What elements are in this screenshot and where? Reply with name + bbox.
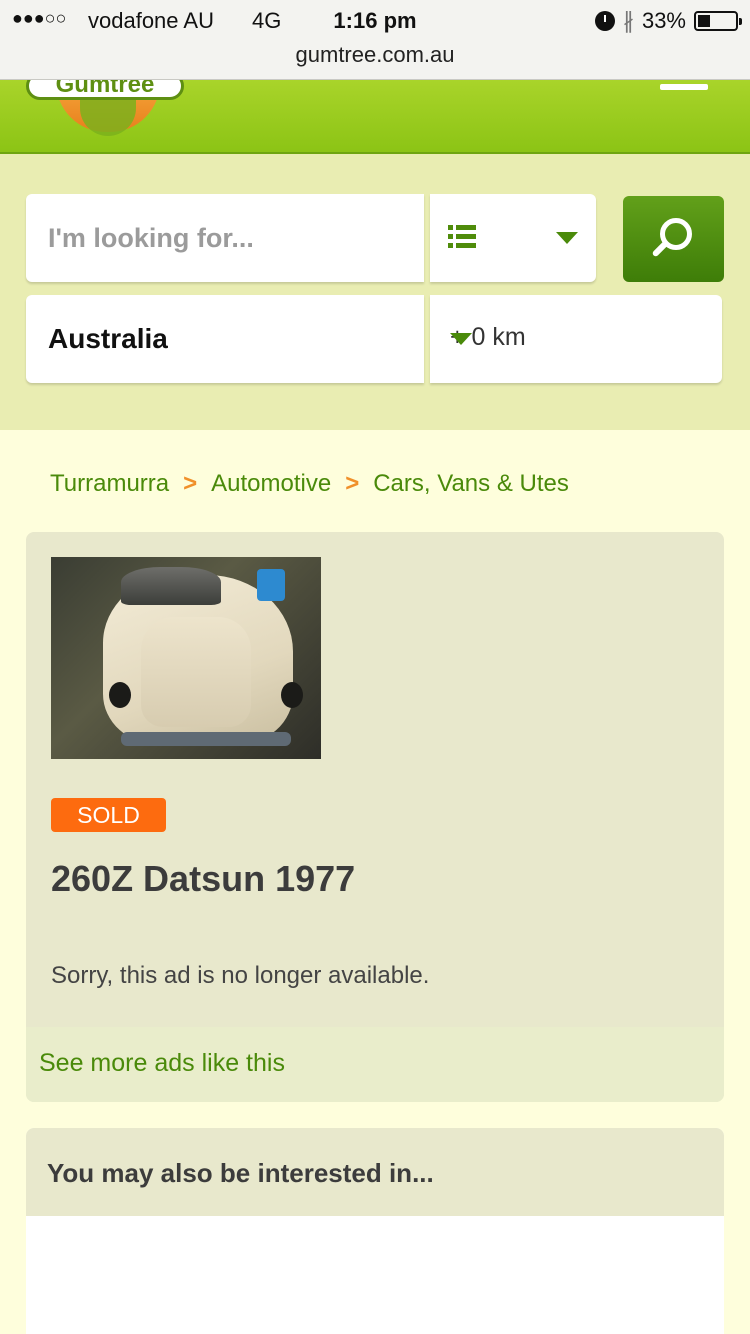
car-bumper-shape: [121, 732, 291, 746]
breadcrumb-separator: >: [183, 470, 198, 497]
location-field[interactable]: Australia: [26, 295, 424, 383]
ad-footer: See more ads like this: [26, 1027, 724, 1102]
category-select[interactable]: [430, 194, 596, 282]
ad-title: 260Z Datsun 1977: [51, 858, 356, 899]
location-value: Australia: [48, 323, 168, 354]
logo-leaf-shape: [80, 96, 136, 136]
ad-card: SOLD 260Z Datsun 1977 Sorry, this ad is …: [26, 532, 724, 1102]
related-ads-heading: You may also be interested in...: [47, 1158, 434, 1188]
bluetooth-icon: ∦: [622, 8, 634, 33]
list-icon: [448, 225, 476, 249]
address-bar-url[interactable]: gumtree.com.au: [0, 42, 750, 68]
car-hood-shape: [141, 617, 251, 727]
car-headlight-shape: [109, 682, 131, 708]
search-button[interactable]: [623, 196, 724, 282]
keyword-field: [26, 194, 424, 282]
keyword-search-input[interactable]: [26, 194, 424, 282]
breadcrumb-item-turramurra[interactable]: Turramurra: [50, 470, 169, 498]
see-more-ads-link[interactable]: See more ads like this: [39, 1049, 285, 1078]
breadcrumb: Turramurra > Automotive > Cars, Vans & U…: [50, 470, 569, 498]
car-headlight-shape: [281, 682, 303, 708]
status-bar: ●●●○○ vodafone AU 4G 1:16 pm ∦ 33% gumtr…: [0, 0, 750, 80]
search-icon-handle: [651, 240, 669, 258]
related-ads-header: You may also be interested in...: [26, 1128, 724, 1216]
chevron-down-icon: [450, 333, 472, 345]
alarm-icon: [594, 11, 615, 31]
breadcrumb-separator: >: [345, 470, 360, 497]
ad-unavailable-message: Sorry, this ad is no longer available.: [51, 962, 430, 989]
car-windshield-shape: [121, 567, 221, 605]
battery-icon: [694, 11, 742, 31]
status-icons: ∦ 33%: [594, 8, 742, 34]
menu-icon[interactable]: [660, 84, 708, 90]
site-header: Gumtree: [0, 80, 750, 154]
breadcrumb-item-cars-vans-utes[interactable]: Cars, Vans & Utes: [373, 470, 569, 498]
distance-select[interactable]: + 0 km: [430, 295, 722, 383]
search-panel: Australia + 0 km: [0, 154, 750, 430]
battery-percent: 33%: [641, 8, 686, 33]
blue-container-shape: [257, 569, 285, 601]
sold-badge: SOLD: [51, 798, 166, 832]
breadcrumb-item-automotive[interactable]: Automotive: [211, 470, 331, 498]
logo-wordmark: Gumtree: [26, 80, 184, 100]
related-ads-section: You may also be interested in...: [26, 1128, 724, 1334]
ad-photo[interactable]: [51, 557, 321, 759]
chevron-down-icon: [556, 232, 578, 244]
